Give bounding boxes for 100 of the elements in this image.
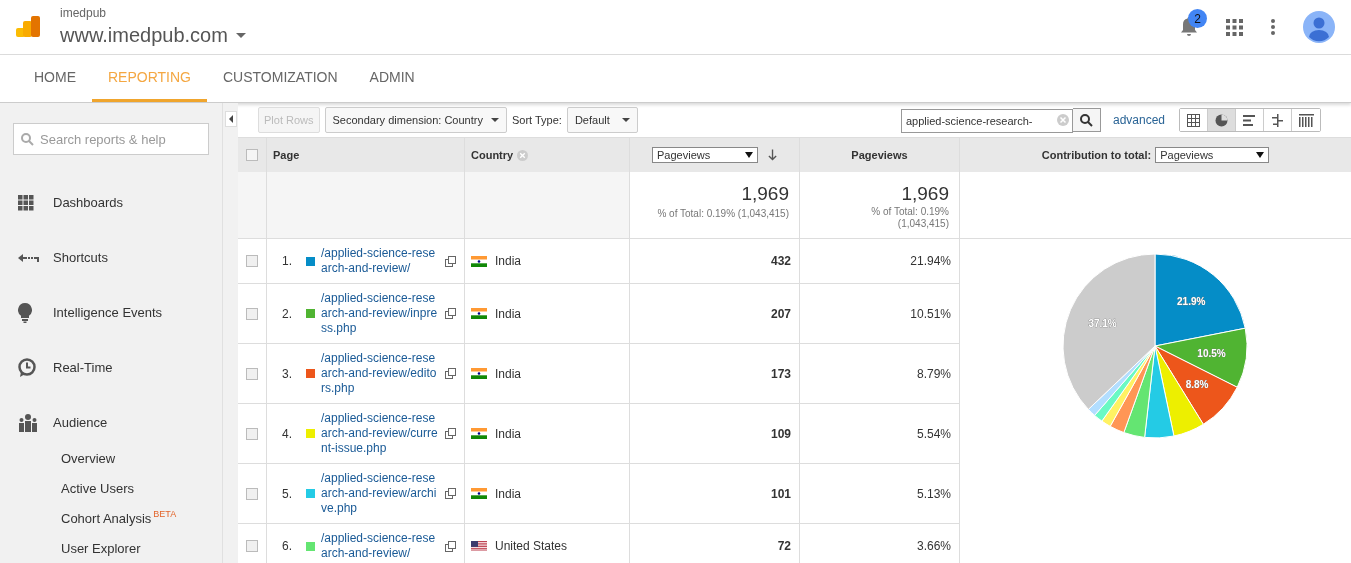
pageviews-cell-text: 173 bbox=[770, 365, 791, 383]
column-header[interactable]: Pageviews bbox=[800, 138, 960, 172]
country-cell-text: India bbox=[495, 305, 522, 323]
row-index: 4. bbox=[282, 425, 293, 443]
table-view-icon bbox=[1187, 113, 1200, 127]
sort-type-label: Sort Type: bbox=[511, 112, 562, 128]
select-all-checkbox[interactable] bbox=[246, 149, 258, 161]
summary-total: 1,969 bbox=[741, 182, 789, 206]
external-link-icon[interactable] bbox=[445, 368, 456, 379]
pageviews-cell-text: 72 bbox=[777, 538, 791, 555]
row-checkbox[interactable] bbox=[246, 487, 258, 500]
contribution-label: Contribution to total: bbox=[1041, 147, 1152, 163]
percent-cell-text: 21.94% bbox=[910, 253, 951, 270]
summary-percent: % of Total: 0.19% (1,043,415) bbox=[657, 206, 789, 221]
page-link[interactable]: /applied-science-research-and-review/archive.php bbox=[321, 471, 439, 516]
sidebar-subitem-label: Overview bbox=[61, 450, 116, 469]
external-link-icon[interactable] bbox=[445, 255, 456, 267]
row-checkbox[interactable] bbox=[246, 367, 258, 380]
row-checkbox[interactable] bbox=[246, 307, 258, 320]
page-link[interactable]: /applied-science-research-and-review/editors.php bbox=[321, 351, 439, 396]
beta-label: BETA bbox=[153, 510, 177, 519]
avatar-icon[interactable] bbox=[1303, 11, 1335, 43]
country-cell-text: India bbox=[495, 485, 522, 503]
column-header[interactable]: Page bbox=[267, 138, 465, 172]
external-link-icon[interactable] bbox=[445, 488, 456, 499]
slice-label: 8.8% bbox=[1185, 378, 1208, 390]
external-link-icon[interactable] bbox=[445, 540, 456, 552]
search-icon bbox=[21, 133, 34, 146]
nav-tab[interactable]: CUSTOMIZATION bbox=[207, 55, 354, 102]
pivot-view-icon bbox=[1298, 113, 1314, 127]
search-icon bbox=[1079, 113, 1093, 127]
page-link[interactable]: /applied-science-research-and-review/current-issue.php bbox=[321, 411, 439, 456]
external-link-icon[interactable] bbox=[445, 428, 456, 439]
pageviews-cell-text: 109 bbox=[770, 425, 791, 443]
sort-down-arrow-icon[interactable] bbox=[767, 149, 777, 161]
sidebar-subitem[interactable]: User Explorer bbox=[13, 534, 209, 563]
country-cell-text: United States bbox=[495, 538, 568, 555]
row-index: 6. bbox=[282, 538, 293, 555]
page-link[interactable]: /applied-science-research-and-review/ bbox=[321, 531, 439, 561]
external-link-icon[interactable] bbox=[445, 308, 456, 319]
country-cell-text: India bbox=[495, 253, 522, 270]
row-index: 1. bbox=[282, 253, 293, 270]
view-toggle-button[interactable] bbox=[1208, 109, 1236, 131]
india-flag-icon bbox=[471, 428, 487, 439]
search-field[interactable]: Search reports & help bbox=[13, 123, 209, 155]
contribution-dropdown[interactable]: Pageviews bbox=[1155, 147, 1270, 163]
lightbulb-icon bbox=[18, 302, 32, 323]
percent-cell-text: 10.51% bbox=[910, 305, 951, 323]
country-cell-text: India bbox=[495, 365, 522, 383]
india-flag-icon bbox=[471, 368, 487, 379]
slice-label: 10.5% bbox=[1196, 347, 1226, 359]
sidebar-subitem-label: Cohort Analysis bbox=[61, 510, 152, 529]
nav-tab[interactable]: ADMIN bbox=[353, 55, 431, 102]
people-icon bbox=[18, 413, 38, 432]
percent-cell-text: 5.13% bbox=[916, 485, 951, 503]
row-index: 5. bbox=[282, 485, 293, 503]
sidebar-subitem-label: User Explorer bbox=[61, 540, 141, 559]
secondary-dimension-dropdown[interactable]: Secondary dimension: Country bbox=[324, 107, 507, 133]
sort-type-dropdown[interactable]: Default bbox=[566, 107, 638, 133]
grid-icon bbox=[18, 194, 34, 211]
percent-cell-text: 3.66% bbox=[916, 538, 951, 555]
percent-cell-text: 8.79% bbox=[916, 365, 951, 383]
more-options-icon[interactable] bbox=[1271, 19, 1275, 35]
comparison-view-icon bbox=[1271, 113, 1284, 127]
sidebar-item[interactable]: Dashboards bbox=[13, 175, 209, 230]
us-flag-icon bbox=[471, 540, 487, 552]
sidebar-item[interactable]: Shortcuts bbox=[13, 230, 209, 285]
india-flag-icon bbox=[471, 308, 487, 319]
column-header[interactable]: Country bbox=[471, 146, 514, 164]
pageviews-cell-text: 432 bbox=[770, 253, 791, 270]
sidebar-item[interactable]: Real-Time bbox=[13, 340, 209, 395]
sidebar-subitem[interactable]: Active Users bbox=[13, 474, 209, 504]
notification-count: 2 bbox=[1188, 9, 1207, 28]
page-link[interactable]: /applied-science-research-and-review/ bbox=[321, 246, 439, 276]
india-flag-icon bbox=[471, 488, 487, 499]
sidebar-item[interactable]: Intelligence Events bbox=[13, 285, 209, 340]
advanced-link[interactable]: advanced bbox=[1112, 111, 1165, 129]
metric-dropdown[interactable]: Pageviews bbox=[652, 147, 758, 163]
apps-grid-icon[interactable] bbox=[1226, 18, 1243, 36]
row-checkbox[interactable] bbox=[246, 427, 258, 440]
search-button[interactable] bbox=[1072, 108, 1101, 132]
row-checkbox[interactable] bbox=[246, 255, 258, 267]
filter-field[interactable]: applied-science-research- bbox=[900, 108, 1073, 133]
analytics-logo bbox=[16, 15, 40, 39]
pageviews-cell-text: 207 bbox=[770, 305, 791, 323]
india-flag-icon bbox=[471, 255, 487, 267]
nav-tab[interactable]: HOME bbox=[18, 55, 92, 102]
slice-label: 21.9% bbox=[1176, 295, 1205, 307]
summary-total: 1,969 bbox=[901, 182, 949, 206]
view-toggle-button[interactable] bbox=[1180, 109, 1208, 131]
arrow-icon bbox=[18, 252, 40, 263]
country-cell-text: India bbox=[495, 425, 522, 443]
page-link[interactable]: /applied-science-research-and-review/inpress.php bbox=[321, 291, 439, 336]
clock-icon bbox=[18, 357, 36, 378]
collapse-button[interactable] bbox=[224, 111, 237, 127]
percent-cell-text: 5.54% bbox=[916, 425, 951, 443]
property-selector[interactable]: www.imedpub.com bbox=[60, 22, 246, 48]
account-name: imedpub bbox=[60, 6, 108, 19]
row-checkbox[interactable] bbox=[246, 540, 258, 552]
sidebar-subitem-label: Active Users bbox=[61, 480, 134, 499]
